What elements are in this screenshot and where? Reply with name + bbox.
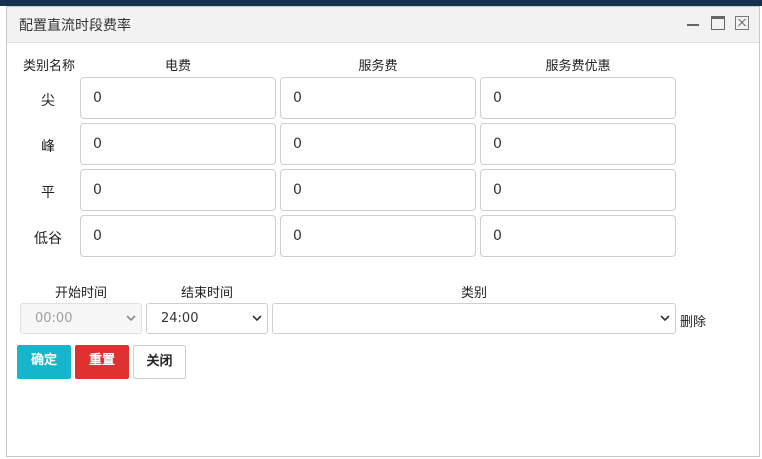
discount-input-peak-top[interactable] <box>480 77 676 119</box>
service-input-peak-top[interactable] <box>280 77 476 119</box>
start-time-select: 00:00 <box>20 303 142 334</box>
title-bar: 配置直流时段费率 <box>7 7 759 43</box>
service-input-flat[interactable] <box>280 169 476 211</box>
delete-link[interactable]: 删除 <box>680 311 706 330</box>
row-label-flat: 平 <box>41 185 55 201</box>
service-input-peak[interactable] <box>280 123 476 165</box>
close-icon[interactable] <box>735 16 749 30</box>
chevron-down-icon <box>660 315 670 322</box>
type-label: 类别 <box>460 286 487 301</box>
start-time-value: 00:00 <box>35 311 73 326</box>
electricity-input-flat[interactable] <box>80 169 276 211</box>
row-label-valley: 低谷 <box>34 231 62 247</box>
type-select[interactable] <box>272 303 676 334</box>
discount-input-peak[interactable] <box>480 123 676 165</box>
row-label-peak-top: 尖 <box>41 93 55 109</box>
minimize-icon[interactable] <box>686 16 700 30</box>
start-time-label: 开始时间 <box>54 286 107 301</box>
reset-button[interactable]: 重置 <box>75 345 129 379</box>
end-time-value: 24:00 <box>161 311 199 326</box>
electricity-input-peak-top[interactable] <box>80 77 276 119</box>
electricity-input-peak[interactable] <box>80 123 276 165</box>
end-time-select[interactable]: 24:00 <box>146 303 268 334</box>
close-button[interactable]: 关闭 <box>133 345 186 379</box>
dialog-title: 配置直流时段费率 <box>19 18 131 34</box>
row-label-peak: 峰 <box>41 139 55 155</box>
header-electricity: 电费 <box>164 59 191 74</box>
discount-input-flat[interactable] <box>480 169 676 211</box>
confirm-button[interactable]: 确定 <box>17 345 71 379</box>
discount-input-valley[interactable] <box>480 215 676 257</box>
chevron-down-icon <box>126 315 136 322</box>
end-time-label: 结束时间 <box>180 286 233 301</box>
chevron-down-icon <box>252 315 262 322</box>
header-category-name: 类别名称 <box>22 59 75 74</box>
header-service-discount: 服务费优惠 <box>545 59 611 74</box>
maximize-icon[interactable] <box>711 16 725 30</box>
service-input-valley[interactable] <box>280 215 476 257</box>
header-service: 服务费 <box>358 59 398 74</box>
electricity-input-valley[interactable] <box>80 215 276 257</box>
